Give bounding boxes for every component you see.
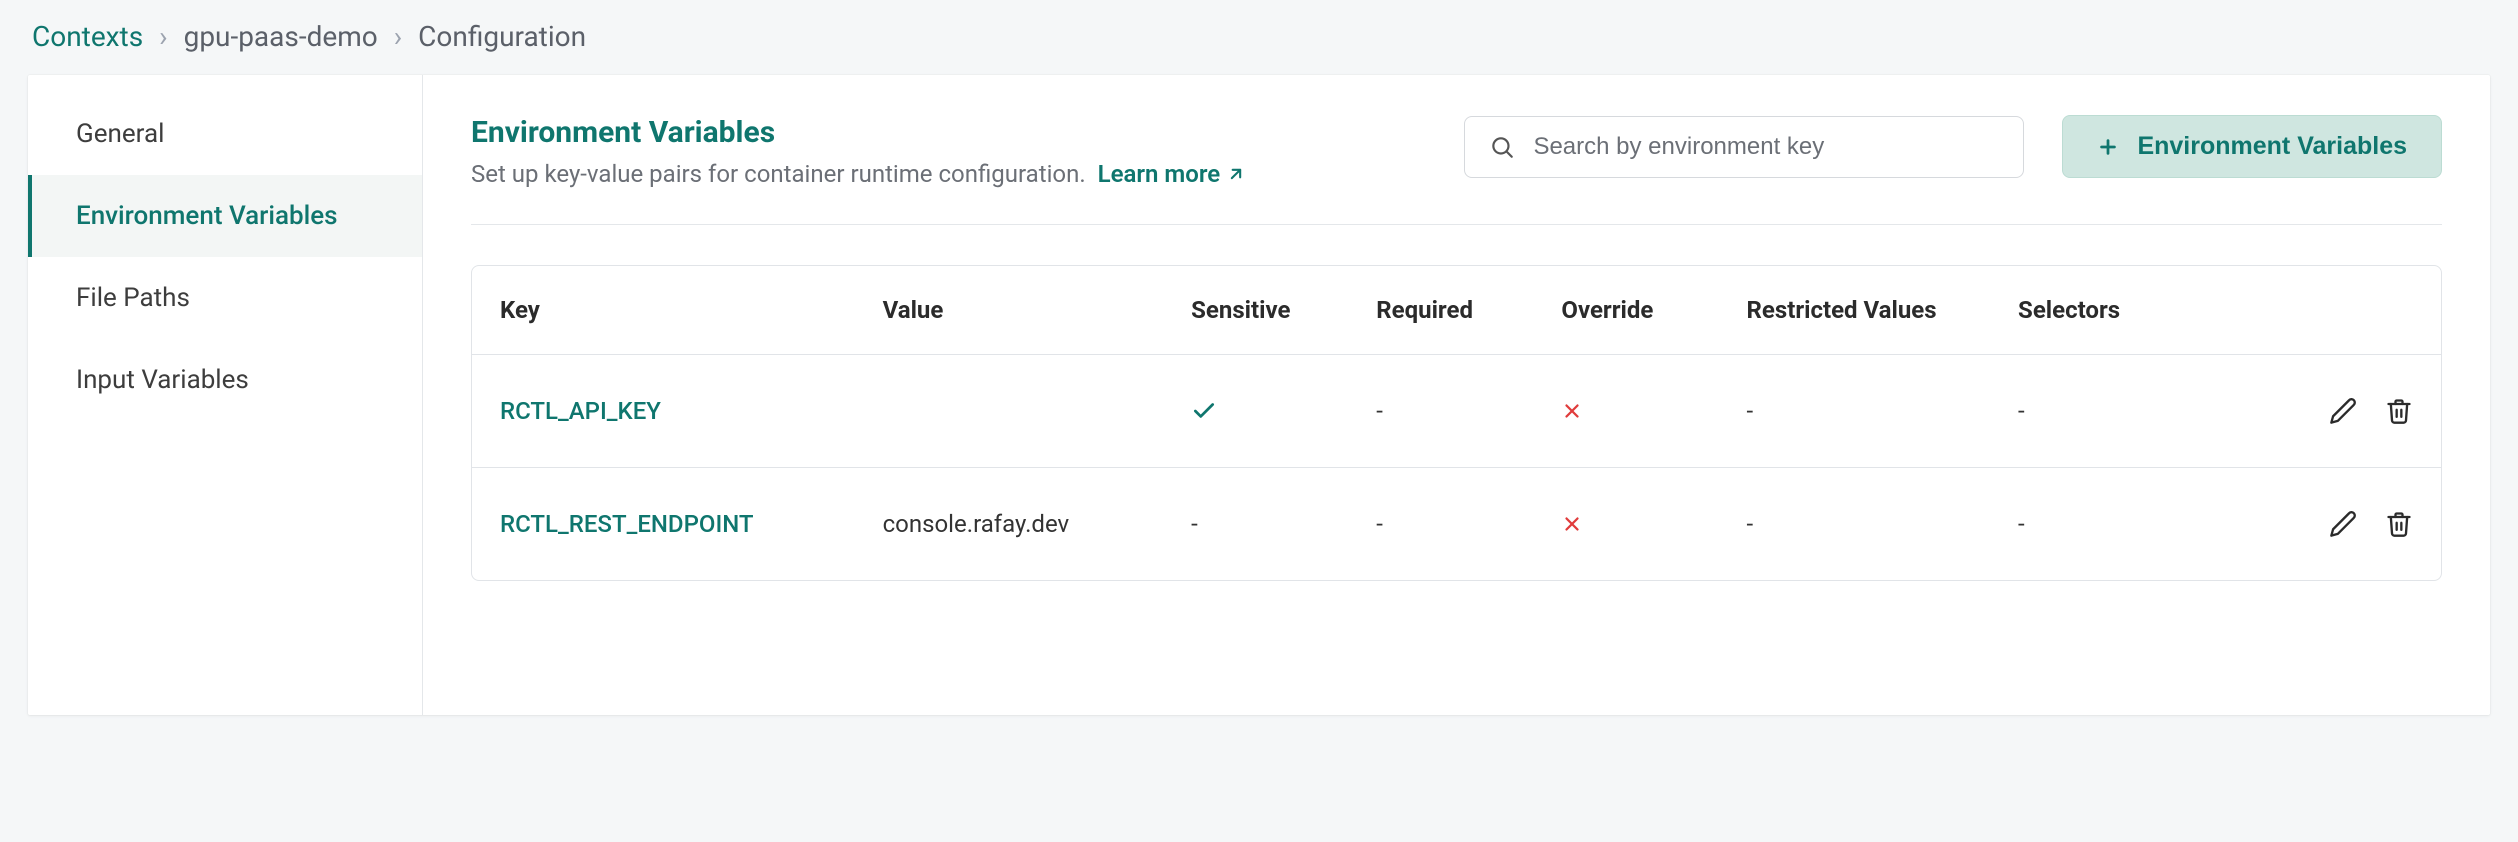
config-panel: General Environment Variables File Paths… <box>28 75 2490 715</box>
cell-override <box>1561 513 1746 535</box>
col-required: Required <box>1376 296 1561 324</box>
search-wrap[interactable] <box>1464 116 2024 178</box>
header-actions: Environment Variables <box>1464 115 2442 178</box>
subtitle-text: Set up key-value pairs for container run… <box>471 160 1086 188</box>
breadcrumb-context-name: gpu-paas-demo <box>184 20 378 53</box>
col-key: Key <box>500 296 883 324</box>
table-header: Key Value Sensitive Required Override Re… <box>472 266 2441 354</box>
breadcrumb-separator: › <box>394 20 402 53</box>
row-actions <box>2253 397 2413 425</box>
cell-selectors: - <box>2018 397 2253 425</box>
col-restricted: Restricted Values <box>1747 296 2019 324</box>
sidebar-item-file-paths[interactable]: File Paths <box>28 257 422 339</box>
dash-text: - <box>2018 510 2025 538</box>
plus-icon <box>2097 136 2119 158</box>
sidebar-item-env-vars[interactable]: Environment Variables <box>28 175 422 257</box>
search-input[interactable] <box>1533 133 1999 161</box>
sidebar: General Environment Variables File Paths… <box>28 75 423 715</box>
delete-button[interactable] <box>2385 397 2413 425</box>
table-body: RCTL_API_KEY - - - RCTL_REST_ENDPOINTconsole… <box>472 354 2441 580</box>
dash-text: - <box>1191 510 1198 538</box>
env-var-table: Key Value Sensitive Required Override Re… <box>471 265 2442 581</box>
cell-key[interactable]: RCTL_API_KEY <box>500 397 883 425</box>
cell-sensitive <box>1191 398 1376 424</box>
dash-text: - <box>1376 510 1383 538</box>
section-header-text: Environment Variables Set up key-value p… <box>471 115 1246 188</box>
learn-more-label: Learn more <box>1098 160 1221 188</box>
add-env-var-button[interactable]: Environment Variables <box>2062 115 2442 178</box>
dash-text: - <box>1376 397 1383 425</box>
edit-button[interactable] <box>2329 397 2357 425</box>
cell-sensitive: - <box>1191 510 1376 538</box>
x-icon <box>1561 513 1746 535</box>
edit-button[interactable] <box>2329 510 2357 538</box>
col-override: Override <box>1561 296 1746 324</box>
col-value: Value <box>883 296 1192 324</box>
section-subtitle: Set up key-value pairs for container run… <box>471 160 1246 188</box>
divider <box>471 224 2442 225</box>
cell-value: console.rafay.dev <box>883 510 1192 538</box>
cell-required: - <box>1376 510 1561 538</box>
sidebar-item-general[interactable]: General <box>28 93 422 175</box>
delete-button[interactable] <box>2385 510 2413 538</box>
col-sensitive: Sensitive <box>1191 296 1376 324</box>
breadcrumb-contexts[interactable]: Contexts <box>32 20 143 53</box>
cell-key[interactable]: RCTL_REST_ENDPOINT <box>500 510 883 538</box>
cell-override <box>1561 400 1746 422</box>
add-button-label: Environment Variables <box>2137 132 2407 161</box>
x-icon <box>1561 400 1746 422</box>
cell-restricted: - <box>1747 397 2019 425</box>
row-actions <box>2253 510 2413 538</box>
dash-text: - <box>1747 510 1754 538</box>
section-title: Environment Variables <box>471 115 1246 150</box>
learn-more-link[interactable]: Learn more <box>1098 160 1247 188</box>
table-row: RCTL_REST_ENDPOINTconsole.rafay.dev---- <box>472 467 2441 580</box>
cell-restricted: - <box>1747 510 2019 538</box>
table-row: RCTL_API_KEY - - - <box>472 354 2441 467</box>
cell-required: - <box>1376 397 1561 425</box>
main-content: Environment Variables Set up key-value p… <box>423 75 2490 715</box>
dash-text: - <box>2018 397 2025 425</box>
breadcrumb-page: Configuration <box>418 20 586 53</box>
external-link-icon <box>1226 164 1246 184</box>
dash-text: - <box>1747 397 1754 425</box>
breadcrumb: Contexts › gpu-paas-demo › Configuration <box>28 20 2490 53</box>
search-icon <box>1489 134 1515 160</box>
col-selectors: Selectors <box>2018 296 2253 324</box>
section-header: Environment Variables Set up key-value p… <box>471 115 2442 188</box>
cell-selectors: - <box>2018 510 2253 538</box>
sidebar-item-input-vars[interactable]: Input Variables <box>28 339 422 421</box>
breadcrumb-separator: › <box>159 20 167 53</box>
check-icon <box>1191 398 1376 424</box>
